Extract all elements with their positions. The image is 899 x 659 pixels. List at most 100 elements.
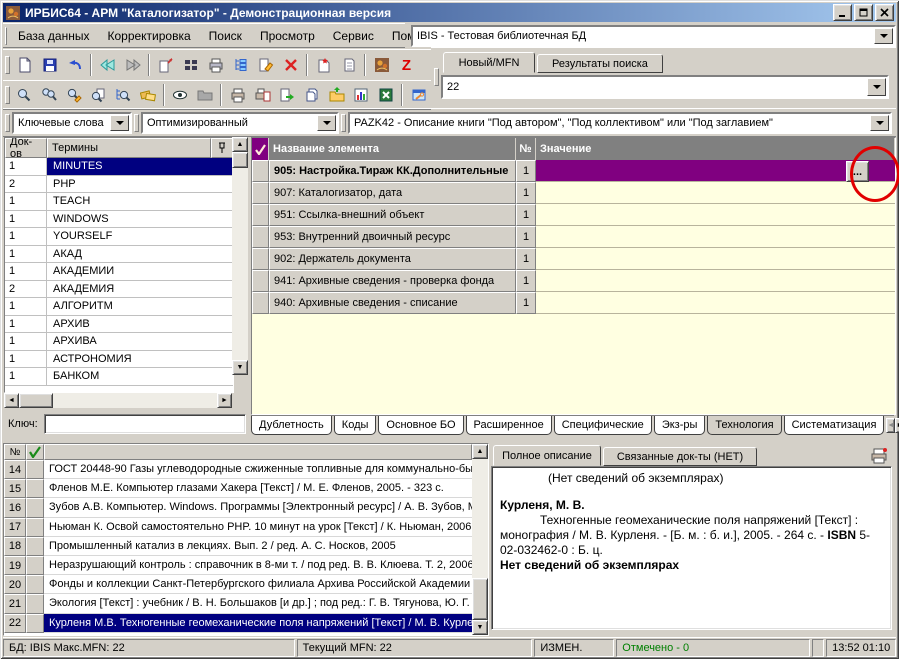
search-advanced-button[interactable] — [37, 83, 62, 108]
field-row[interactable]: 902: Держатель документа 1 — [252, 248, 895, 270]
ellipsis-button[interactable]: ... — [846, 161, 869, 182]
term-row[interactable]: 1АЛГОРИТМ — [5, 298, 233, 316]
doc-row[interactable]: 19Неразрушающий контроль : справочник в … — [4, 556, 472, 575]
doc-col-check[interactable] — [26, 444, 44, 460]
field-row[interactable]: 951: Ссылка-внешний объект 1 — [252, 204, 895, 226]
scroll-left-button[interactable]: ◄ — [4, 393, 19, 408]
term-row[interactable]: 1АСТРОНОМИЯ — [5, 351, 233, 369]
search-tree-button[interactable] — [111, 83, 136, 108]
tab-linked-docs[interactable]: Связанные док-ты (НЕТ) — [603, 447, 757, 466]
scroll-track[interactable] — [53, 393, 217, 408]
scroll-thumb[interactable] — [472, 578, 488, 620]
toolbar-grip[interactable] — [5, 27, 7, 45]
search-simple-button[interactable] — [12, 83, 37, 108]
field-row[interactable]: 905: Настройка.Тираж КК.Дополнительные 1… — [252, 160, 895, 182]
dictionary-select[interactable]: Ключевые слова — [12, 112, 132, 134]
excel-export-button[interactable] — [374, 83, 399, 108]
doc-row[interactable]: 16Зубов А.В. Компьютер. Windows. Програм… — [4, 498, 472, 517]
field-row[interactable]: 941: Архивные сведения - проверка фонда … — [252, 270, 895, 292]
toolbar-grip[interactable] — [5, 56, 10, 74]
toolbar-grip[interactable] — [341, 114, 346, 132]
record-mark-button[interactable] — [311, 53, 336, 78]
field-value[interactable] — [536, 248, 895, 270]
scroll-track[interactable] — [472, 459, 488, 578]
export-button[interactable] — [275, 83, 300, 108]
field-value[interactable] — [536, 270, 895, 292]
doc-col-num[interactable]: № — [4, 444, 26, 460]
term-row[interactable]: 1АКАДЕМИИ — [5, 263, 233, 281]
key-input[interactable] — [44, 414, 246, 434]
doc-row[interactable]: 15Фленов М.Е. Компьютер глазами Хакера [… — [4, 479, 472, 498]
tab-main-bo[interactable]: Основное БО — [378, 416, 463, 435]
term-row[interactable]: 1TEACH — [5, 193, 233, 211]
titlebar[interactable]: ИРБИС64 - АРМ "Каталогизатор" - Демонстр… — [3, 3, 896, 22]
field-value[interactable] — [536, 226, 895, 248]
field-row[interactable]: 953: Внутренний двоичный ресурс 1 — [252, 226, 895, 248]
dictionary-select-arrow[interactable] — [110, 115, 129, 131]
record-copy-button[interactable] — [336, 53, 361, 78]
doc-row[interactable]: 22Курленя М.В. Техногенные геомеханическ… — [4, 614, 472, 633]
tab-full-description[interactable]: Полное описание — [493, 445, 601, 466]
mfn-combobox[interactable]: 22 — [441, 75, 889, 99]
toolbar-grip[interactable] — [5, 114, 10, 132]
term-row[interactable]: 1MINUTES — [5, 158, 233, 176]
doc-list-vscrollbar[interactable]: ▲ ▼ — [472, 444, 488, 635]
print-preview-button[interactable] — [250, 83, 275, 108]
doc-col-title[interactable] — [44, 444, 472, 460]
irbis-logo-button[interactable] — [369, 53, 394, 78]
scroll-thumb[interactable] — [232, 152, 248, 168]
tab-systematization[interactable]: Систематизация — [784, 416, 885, 435]
tabs-scroll-left-button[interactable]: ◄ — [886, 418, 895, 433]
term-row[interactable]: 1YOURSELF — [5, 228, 233, 246]
database-select-arrow[interactable] — [874, 28, 893, 44]
pin-button[interactable] — [211, 138, 233, 158]
scroll-down-button[interactable]: ▼ — [472, 620, 488, 635]
menu-edit[interactable]: Корректировка — [98, 27, 199, 45]
tabs-scroll-right-button[interactable]: ► — [895, 418, 899, 433]
send-to-folder-button[interactable] — [324, 83, 349, 108]
term-row[interactable]: 1АРХИВ — [5, 316, 233, 334]
description-content[interactable]: (Нет сведений об экземплярах) Курленя, М… — [491, 466, 892, 630]
term-row[interactable]: 1WINDOWS — [5, 211, 233, 229]
go-back-button[interactable] — [95, 53, 120, 78]
print-record-button[interactable] — [203, 53, 228, 78]
terms-col-docs[interactable]: Док-ов — [5, 138, 47, 158]
save-record-button[interactable] — [37, 53, 62, 78]
field-value[interactable] — [536, 182, 895, 204]
menu-database[interactable]: База данных — [9, 27, 98, 45]
tab-extended[interactable]: Расширенное — [466, 416, 552, 435]
z39-export-button[interactable]: Z — [394, 53, 419, 78]
term-row[interactable]: 2АКАДЕМИЯ — [5, 281, 233, 299]
terms-col-terms[interactable]: Термины — [47, 138, 211, 158]
doc-row[interactable]: 17Ньюман К. Освой самостоятельно PHP. 10… — [4, 518, 472, 537]
tab-new-mfn[interactable]: Новый/MFN — [443, 52, 535, 73]
scroll-right-button[interactable]: ► — [217, 393, 232, 408]
print-button[interactable] — [225, 83, 250, 108]
term-row[interactable]: 1АКАД — [5, 246, 233, 264]
close-button[interactable] — [875, 4, 894, 21]
scroll-thumb[interactable] — [19, 393, 53, 408]
maximize-button[interactable] — [854, 4, 873, 21]
undo-button[interactable] — [62, 53, 87, 78]
search-complex-button[interactable] — [135, 83, 160, 108]
new-record-button[interactable] — [12, 53, 37, 78]
col-value[interactable]: Значение — [536, 138, 895, 160]
doc-row[interactable]: 21Экология [Текст] : учебник / В. Н. Бол… — [4, 594, 472, 613]
doc-row[interactable]: 18Промышленный катализ в лекциях. Вып. 2… — [4, 537, 472, 556]
delete-record-button[interactable] — [278, 53, 303, 78]
terms-hscrollbar[interactable]: ◄ ► — [4, 393, 232, 408]
col-element-name[interactable]: Название элемента — [269, 138, 516, 160]
view-grid-button[interactable] — [178, 53, 203, 78]
field-value-selected[interactable]: ... — [536, 160, 895, 182]
field-value[interactable] — [536, 292, 895, 314]
statistics-button[interactable] — [349, 83, 374, 108]
search-edit-button[interactable] — [61, 83, 86, 108]
term-row[interactable]: 2PHP — [5, 176, 233, 194]
mode-select-arrow[interactable] — [317, 115, 336, 131]
check-all-header[interactable] — [252, 138, 269, 160]
go-forward-button[interactable] — [120, 53, 145, 78]
menu-search[interactable]: Поиск — [200, 27, 251, 45]
menu-view[interactable]: Просмотр — [251, 27, 324, 45]
tab-technology[interactable]: Технология — [707, 416, 781, 435]
doc-row[interactable]: 20Фонды и коллекции Санкт-Петербургского… — [4, 575, 472, 594]
